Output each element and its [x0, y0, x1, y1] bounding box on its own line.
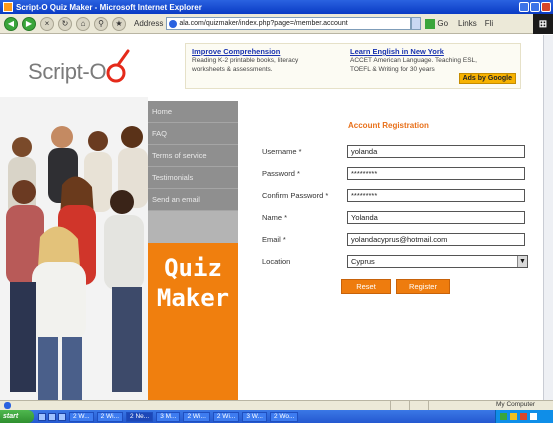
site-logo[interactable]: Script-O	[28, 49, 138, 89]
forward-arrow-icon[interactable]: ▶	[22, 16, 36, 31]
tray-icon[interactable]	[510, 413, 517, 420]
name-field[interactable]: Yolanda	[347, 211, 525, 224]
quick-launch-icon[interactable]	[38, 412, 46, 421]
tray-icon[interactable]	[500, 413, 507, 420]
go-label: Go	[437, 19, 449, 28]
page-icon	[169, 20, 178, 28]
nav-item-faq[interactable]: FAQ	[148, 123, 238, 145]
stop-icon[interactable]: ×	[40, 16, 54, 31]
window-title: Script-O Quiz Maker - Microsoft Internet…	[16, 2, 202, 12]
form-heading: Account Registration	[348, 121, 429, 130]
confirm-password-label: Confirm Password *	[262, 191, 329, 200]
favorites-icon[interactable]: ★	[112, 16, 126, 31]
product-title-line2: Maker	[156, 284, 230, 312]
maximize-icon[interactable]	[530, 2, 540, 12]
windows-logo-icon: ⊞	[533, 14, 553, 34]
taskbar-item[interactable]: 3 W...	[242, 411, 267, 422]
location-select[interactable]: Cyprus ▼	[347, 255, 528, 268]
taskbar-item[interactable]: 2 Ne...	[126, 411, 154, 422]
status-cell	[409, 401, 427, 410]
password-label: Password *	[262, 169, 300, 178]
go-arrow-icon	[425, 18, 436, 29]
done-page-icon	[4, 402, 11, 409]
vertical-scrollbar[interactable]	[543, 35, 553, 400]
status-cells	[390, 401, 446, 410]
confirm-password-field[interactable]: *********	[347, 189, 525, 202]
password-field[interactable]: *********	[347, 167, 525, 180]
security-zone: My Computer	[495, 401, 535, 408]
nav-item-home[interactable]: Home	[148, 101, 238, 123]
browser-toolbar: ◀ ▶ × ↻ ⌂ ⚲ ★ Address ala.com/quizmaker/…	[0, 14, 553, 34]
system-tray	[495, 410, 553, 423]
page-viewport: Script-O Improve Comprehension Reading K…	[0, 35, 553, 400]
ad-body-line: ACCET American Language. Teaching ESL,	[350, 57, 477, 64]
window-controls	[519, 2, 551, 12]
logo-swoosh-icon	[106, 49, 130, 83]
windows-taskbar: start 2 W... 2 Wi... 2 Ne... 3 M... 2 Wi…	[0, 410, 553, 423]
quick-launch	[38, 412, 66, 421]
register-button[interactable]: Register	[396, 279, 450, 294]
ad-title[interactable]: Learn English in New York	[350, 47, 510, 56]
product-title: Quiz Maker	[148, 253, 238, 313]
tray-icon[interactable]	[530, 413, 537, 420]
nav-item-terms[interactable]: Terms of service	[148, 145, 238, 167]
start-button[interactable]: start	[0, 410, 34, 423]
ad-body-line: Reading K-2 printable books, literacy	[192, 57, 299, 64]
email-label: Email *	[262, 235, 286, 244]
ad-item[interactable]: Learn English in New York ACCET American…	[350, 47, 510, 74]
taskbar-item[interactable]: 2 W...	[69, 411, 94, 422]
taskbar-item[interactable]: 3 M...	[156, 411, 181, 422]
username-label: Username *	[262, 147, 302, 156]
ad-title[interactable]: Improve Comprehension	[192, 47, 352, 56]
email-field[interactable]: yolandacyprus@hotmail.com	[347, 233, 525, 246]
taskbar-item[interactable]: 2 Wo...	[269, 411, 299, 422]
ad-body-line: worksheets & assessments.	[192, 66, 273, 73]
links-label[interactable]: Links	[458, 19, 477, 28]
taskbar-item[interactable]: 2 Wi...	[96, 411, 124, 422]
chevron-down-icon[interactable]: ▼	[517, 256, 527, 267]
browser-status-bar: My Computer	[0, 400, 553, 410]
nav-item-send-email[interactable]: Send an email	[148, 189, 238, 211]
site-nav: Home FAQ Terms of service Testimonials S…	[148, 101, 238, 211]
back-arrow-icon[interactable]: ◀	[4, 16, 18, 31]
taskbar-item[interactable]: 2 Wi...	[212, 411, 240, 422]
location-value: Cyprus	[351, 257, 375, 266]
go-button[interactable]: Go	[425, 18, 449, 29]
address-dropdown-icon[interactable]	[411, 17, 422, 30]
address-label: Address	[134, 19, 164, 28]
refresh-icon[interactable]: ↻	[58, 16, 72, 31]
nav-spacer	[148, 211, 238, 243]
taskbar-item[interactable]: 2 Wi...	[183, 411, 210, 422]
quick-launch-icon[interactable]	[58, 412, 66, 421]
reset-button[interactable]: Reset	[341, 279, 391, 294]
logo-text: Script-O	[28, 59, 107, 84]
username-field[interactable]: yolanda	[347, 145, 525, 158]
ad-item[interactable]: Improve Comprehension Reading K-2 printa…	[192, 47, 352, 74]
tray-icon[interactable]	[520, 413, 527, 420]
quick-launch-icon[interactable]	[48, 412, 56, 421]
toolbar-extra-label[interactable]: Fli	[485, 19, 493, 28]
status-cell	[428, 401, 446, 410]
minimize-icon[interactable]	[519, 2, 529, 12]
address-value: ala.com/quizmaker/index.php?page=/member…	[179, 20, 348, 27]
location-label: Location	[262, 257, 291, 266]
close-icon[interactable]	[541, 2, 551, 12]
search-icon[interactable]: ⚲	[94, 16, 108, 31]
people-photo	[0, 97, 148, 400]
quiz-maker-panel: Quiz Maker	[148, 243, 238, 400]
ie-window-icon	[3, 2, 13, 12]
name-label: Name *	[262, 213, 288, 222]
home-icon[interactable]: ⌂	[76, 16, 90, 31]
site-header: Script-O Improve Comprehension Reading K…	[0, 35, 553, 97]
status-cell	[390, 401, 408, 410]
nav-item-testimonials[interactable]: Testimonials	[148, 167, 238, 189]
browser-title-bar: Script-O Quiz Maker - Microsoft Internet…	[0, 0, 553, 14]
ads-by-google-badge[interactable]: Ads by Google	[458, 73, 516, 84]
ad-banner: Improve Comprehension Reading K-2 printa…	[185, 43, 521, 89]
product-title-line1: Quiz	[164, 254, 222, 282]
address-input[interactable]: ala.com/quizmaker/index.php?page=/member…	[166, 17, 412, 30]
